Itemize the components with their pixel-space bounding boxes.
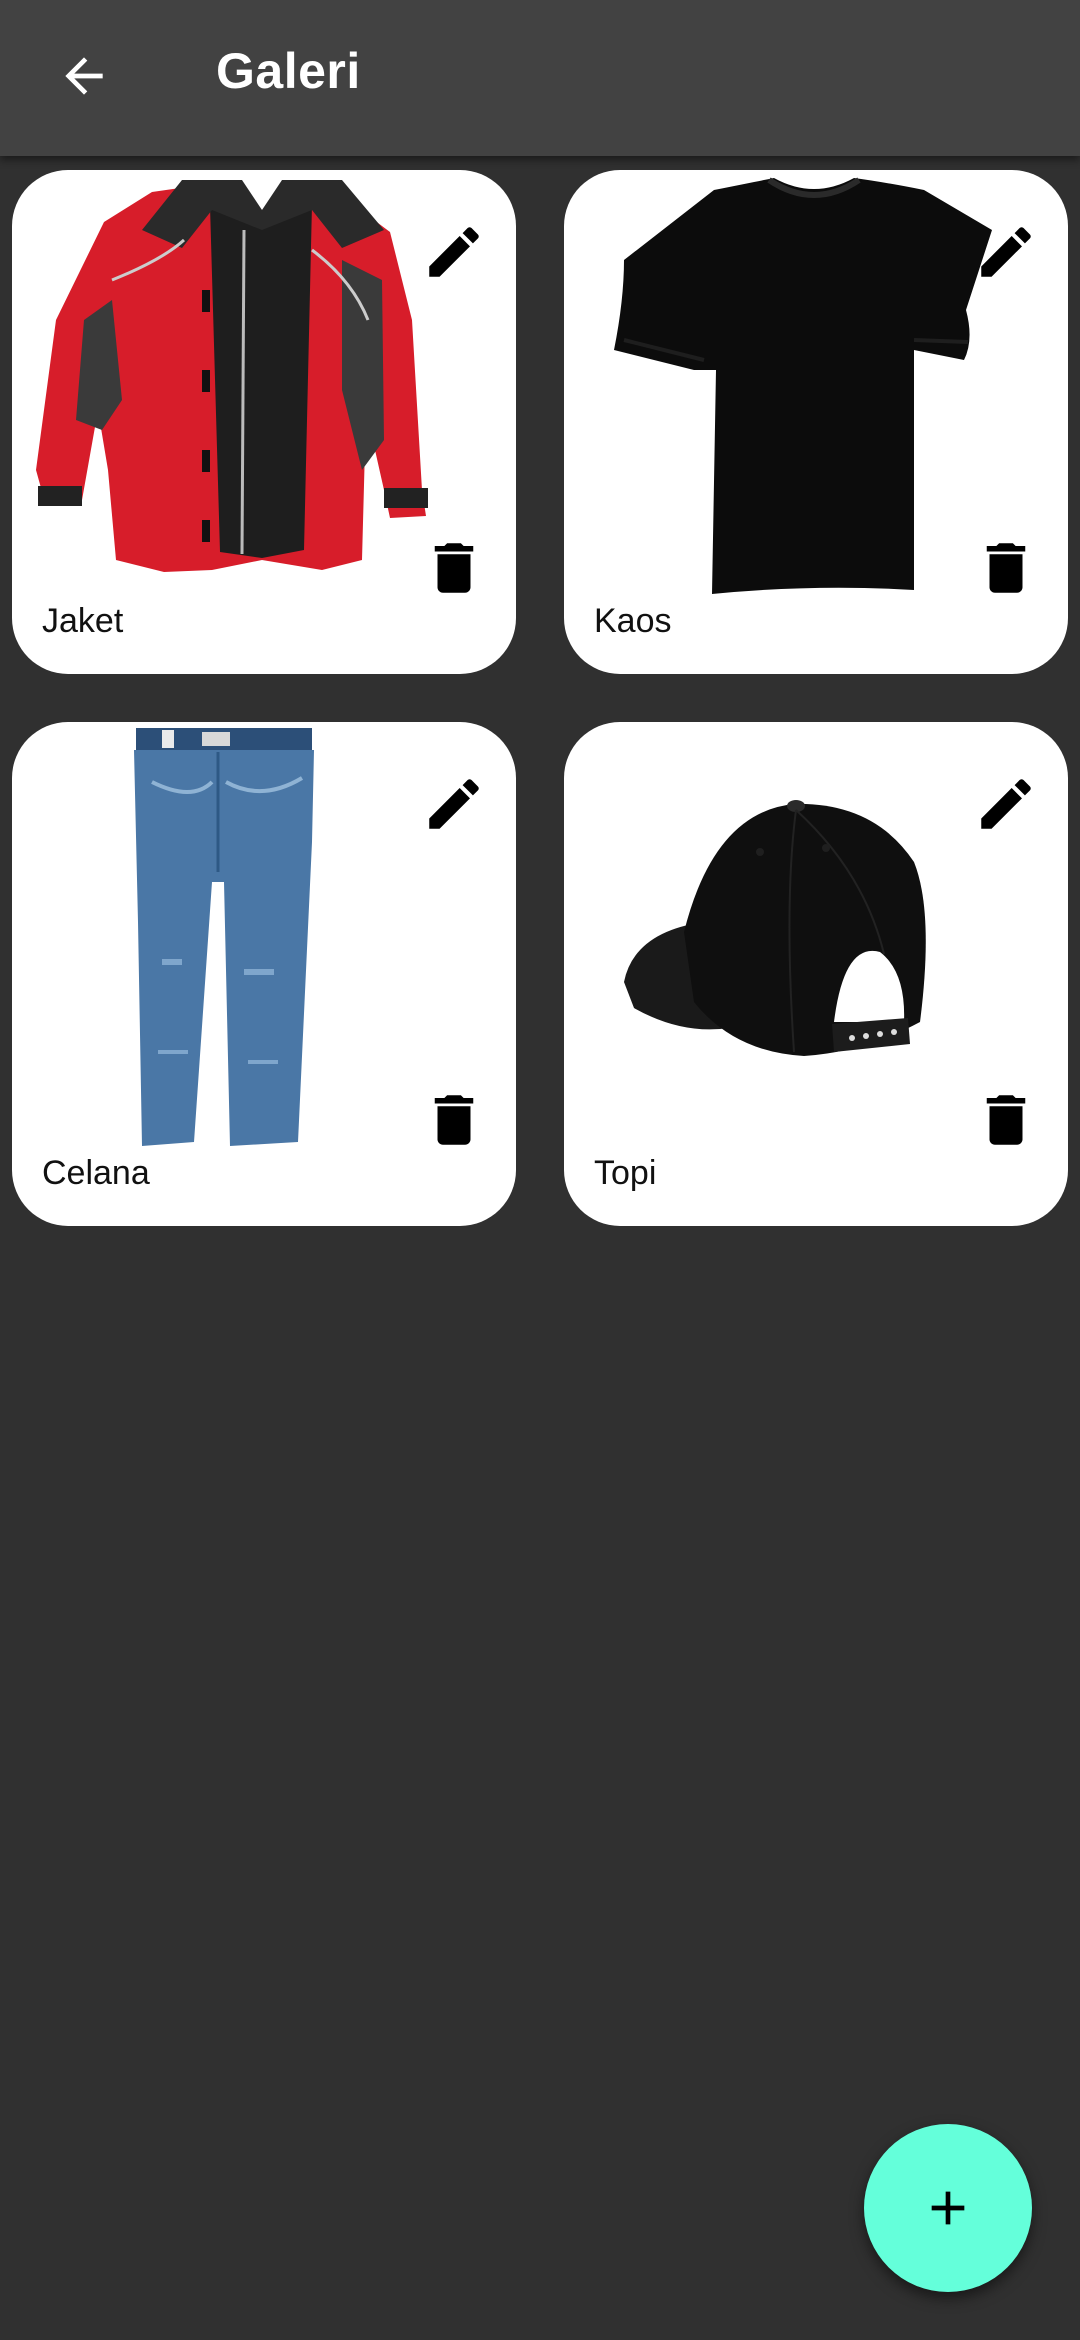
delete-button[interactable]	[964, 1078, 1048, 1162]
edit-button[interactable]	[412, 762, 496, 846]
page-title: Galeri	[216, 43, 361, 99]
trash-icon	[986, 543, 1026, 593]
trash-icon	[434, 1095, 474, 1145]
pencil-icon	[981, 779, 1031, 829]
back-button[interactable]	[40, 32, 128, 120]
gallery-card-kaos[interactable]: Kaos	[564, 170, 1068, 674]
card-label: Kaos	[594, 602, 672, 640]
trash-icon	[986, 1095, 1026, 1145]
delete-button[interactable]	[412, 1078, 496, 1162]
add-item-button[interactable]	[864, 2124, 1032, 2292]
gallery-card-topi[interactable]: Topi	[564, 722, 1068, 1226]
edit-button[interactable]	[412, 210, 496, 294]
delete-button[interactable]	[964, 526, 1048, 610]
pencil-icon	[981, 227, 1031, 277]
pencil-icon	[429, 779, 479, 829]
card-label: Topi	[594, 1154, 657, 1192]
edit-button[interactable]	[964, 762, 1048, 846]
delete-button[interactable]	[412, 526, 496, 610]
gallery-card-jaket[interactable]: Jaket	[12, 170, 516, 674]
plus-icon	[931, 2191, 965, 2225]
card-label: Jaket	[42, 602, 124, 640]
arrow-back-icon	[65, 57, 103, 95]
app-bar: Galeri	[0, 0, 1080, 156]
pencil-icon	[429, 227, 479, 277]
gallery-card-celana[interactable]: Celana	[12, 722, 516, 1226]
trash-icon	[434, 543, 474, 593]
edit-button[interactable]	[964, 210, 1048, 294]
card-label: Celana	[42, 1154, 150, 1192]
